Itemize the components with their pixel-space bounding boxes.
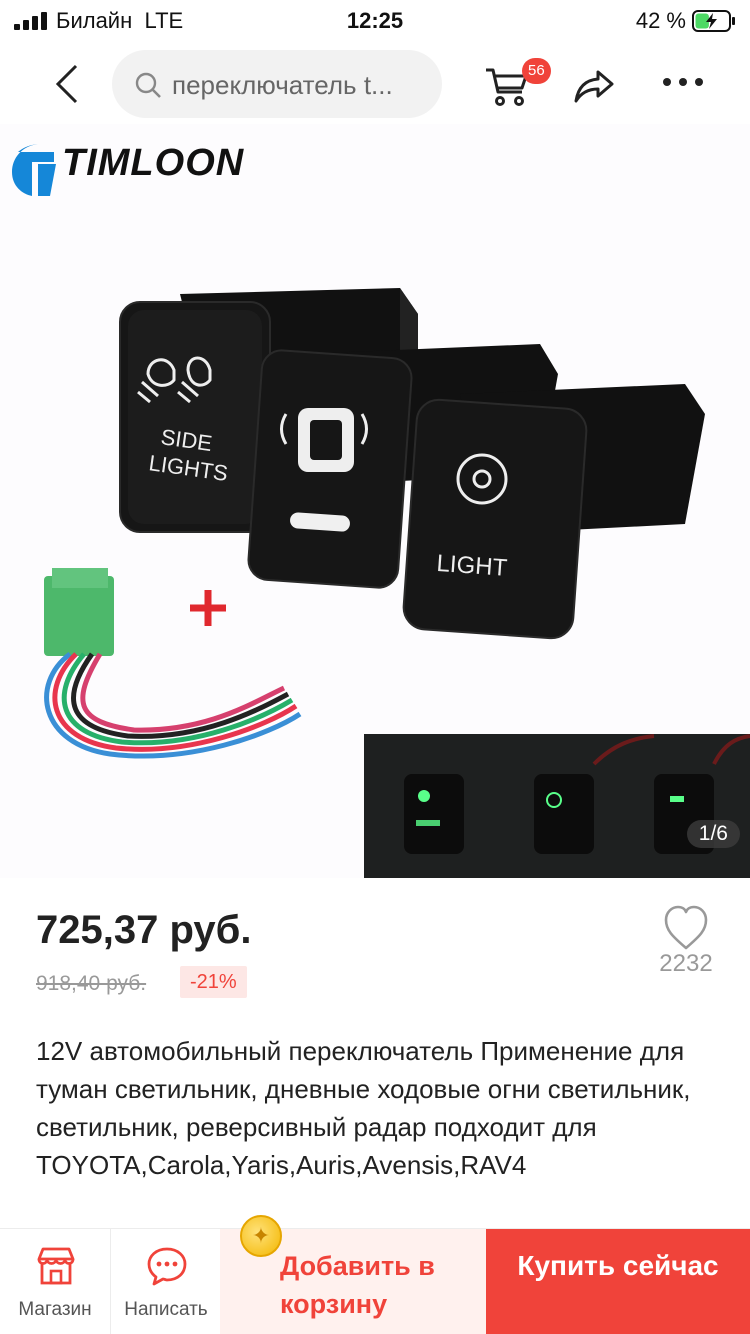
search-icon — [135, 72, 161, 98]
brand-name: TIMLOON — [62, 142, 245, 184]
battery-icon — [692, 10, 735, 32]
store-tab[interactable]: Магазин — [0, 1229, 110, 1334]
chat-bubble-icon — [147, 1247, 187, 1286]
heart-icon[interactable] — [650, 902, 722, 952]
search-input[interactable]: переключатель t... — [172, 70, 432, 101]
current-price: 725,37 руб. — [36, 908, 252, 952]
product-image-gallery[interactable]: TIMLOON SIDE LIGHTS LIGHT 1/6 — [0, 124, 750, 878]
buy-now-label: Купить сейчас — [517, 1250, 719, 1281]
old-price: 918,40 руб. — [36, 972, 147, 995]
glowing-switches-image — [404, 734, 750, 854]
cart-count-badge: 56 — [522, 58, 551, 84]
image-counter: 1/6 — [686, 820, 740, 848]
add-to-cart-label: Добавить в корзину — [280, 1251, 435, 1319]
night-preview-image: 1/6 — [364, 734, 750, 878]
price-block: 725,37 руб. 918,40 руб. -21% 2232 — [0, 878, 750, 1028]
wishlist-count: 2232 — [659, 950, 713, 977]
coin-icon: ✦ — [240, 1215, 282, 1257]
chat-tab[interactable]: Написать — [110, 1229, 220, 1334]
more-dots-icon[interactable] — [660, 72, 706, 92]
discount-badge: -21% — [180, 966, 247, 998]
store-label: Магазин — [18, 1299, 92, 1320]
share-arrow-icon[interactable] — [572, 66, 616, 106]
product-title: 12V автомобильный переключатель Применен… — [36, 1036, 691, 1180]
light-label: LIGHT — [436, 550, 509, 582]
status-bar: Билайн LTE 12:25 42 % — [0, 0, 750, 44]
bottom-action-bar: Магазин Написать Добавить в корзину ✦ Ку… — [0, 1215, 750, 1334]
nav-bar: переключатель t... 56 — [0, 44, 750, 124]
search-bar[interactable]: переключатель t... — [112, 50, 442, 118]
chevron-left-icon[interactable] — [50, 62, 86, 106]
battery-percent: 42 % — [635, 8, 686, 33]
chat-label: Написать — [124, 1299, 208, 1320]
wire-harness-image — [44, 568, 302, 759]
buy-now-button[interactable]: Купить сейчас — [486, 1229, 750, 1334]
store-icon — [37, 1247, 75, 1285]
